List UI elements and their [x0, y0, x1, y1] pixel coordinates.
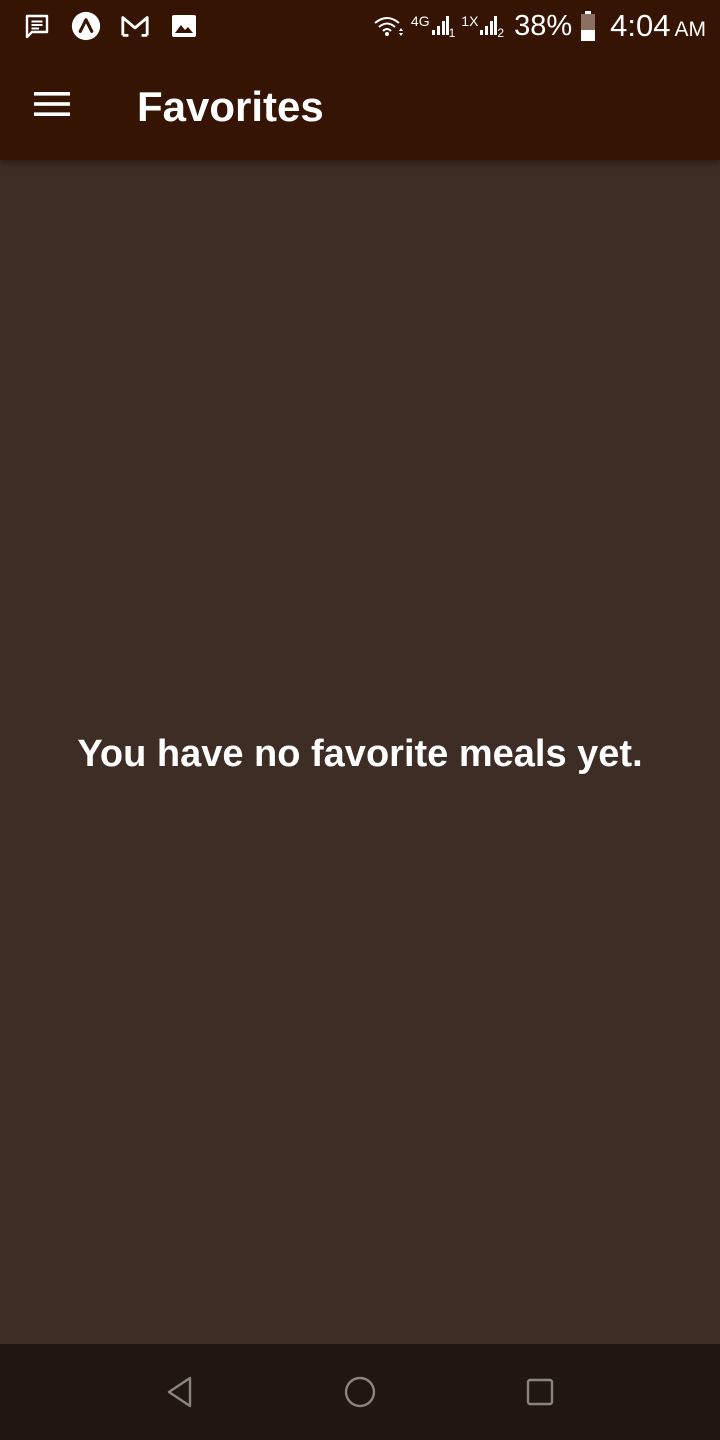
battery-icon — [580, 11, 596, 41]
notification-icons — [22, 9, 218, 43]
sim1-signal-icon — [431, 14, 449, 38]
navigation-bar — [0, 1344, 720, 1440]
hamburger-menu-icon — [33, 90, 71, 118]
battery-percent: 38% — [514, 9, 573, 42]
sim1-network-label: 4G — [410, 13, 430, 29]
page-title: Favorites — [137, 83, 324, 130]
home-button[interactable] — [336, 1368, 384, 1416]
back-triangle-icon — [165, 1375, 195, 1409]
clock-time: 4:04 — [610, 8, 671, 43]
wifi-icon — [373, 14, 405, 38]
home-circle-icon — [343, 1375, 377, 1409]
recents-square-icon — [525, 1377, 555, 1407]
arc-app-icon — [71, 11, 101, 41]
system-status: 4G 1 1X 2 38% 4:04 AM — [373, 6, 706, 46]
app-bar: Favorites — [0, 52, 720, 160]
favorites-content: You have no favorite meals yet. — [0, 160, 720, 1344]
message-icon — [22, 11, 52, 41]
menu-button[interactable] — [22, 74, 82, 134]
screen: 4G 1 1X 2 38% 4:04 AM Favorites You have… — [0, 0, 720, 1440]
status-bar: 4G 1 1X 2 38% 4:04 AM — [0, 0, 720, 52]
recents-button[interactable] — [516, 1368, 564, 1416]
back-button[interactable] — [156, 1368, 204, 1416]
clock-ampm: AM — [674, 18, 707, 41]
gallery-icon — [169, 11, 199, 41]
gmail-icon — [120, 11, 150, 41]
sim2-signal-icon — [479, 14, 498, 38]
sim2-index: 2 — [497, 26, 505, 40]
sim1-index: 1 — [448, 26, 456, 40]
sim2-network-label: 1X — [461, 13, 479, 29]
empty-state-message: You have no favorite meals yet. — [77, 733, 643, 775]
